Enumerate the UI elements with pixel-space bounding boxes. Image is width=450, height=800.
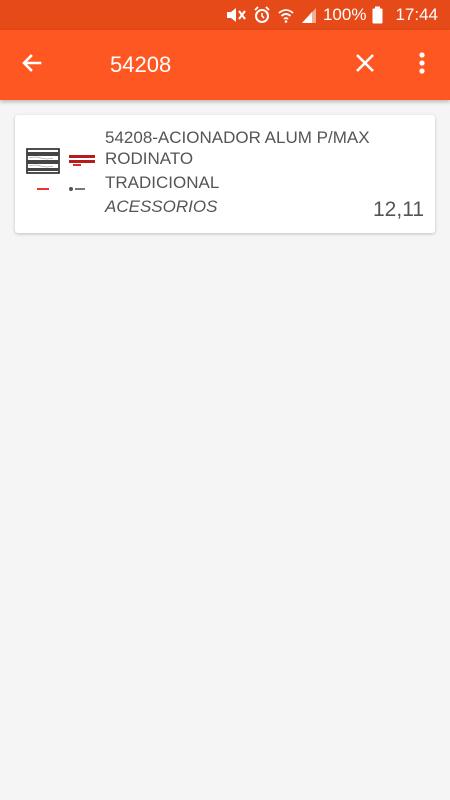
product-line: TRADICIONAL [105, 173, 220, 192]
overflow-menu-button[interactable] [402, 43, 442, 87]
product-result-card[interactable]: 54208-ACIONADOR ALUM P/MAX RODINATO TRAD… [15, 115, 435, 233]
mute-icon [225, 6, 247, 24]
battery-percent: 100% [322, 5, 367, 24]
clock: 17:44 [395, 5, 438, 24]
battery-icon [372, 6, 383, 24]
status-icons: 100% 17:44 [225, 0, 438, 30]
wifi-icon [277, 6, 295, 24]
product-category: ACESSORIOS [105, 197, 218, 216]
close-icon [354, 52, 376, 79]
alarm-icon [253, 6, 271, 24]
product-title: 54208-ACIONADOR ALUM P/MAX RODINATO [105, 128, 370, 168]
product-price: 12,11 [373, 198, 424, 221]
app-screen: 100% 17:44 54208 54208-ACIONADOR ALUM P/… [0, 0, 450, 800]
clear-search-button[interactable] [343, 43, 387, 87]
back-button[interactable] [10, 43, 54, 87]
arrow-back-icon [20, 51, 44, 80]
toolbar: 54208 [0, 30, 450, 100]
search-query[interactable]: 54208 [110, 30, 171, 100]
signal-icon [301, 6, 317, 24]
status-bar: 100% 17:44 [0, 0, 450, 30]
product-thumbnail [23, 140, 101, 200]
more-vert-icon [418, 51, 426, 80]
